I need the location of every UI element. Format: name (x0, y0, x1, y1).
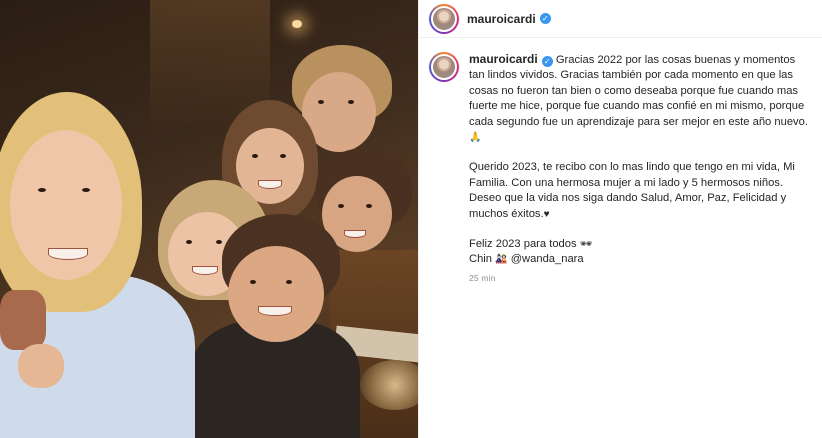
person-eye (318, 100, 324, 104)
person-hand (18, 344, 64, 388)
heart-icon: ♥ (543, 208, 550, 220)
background-lamp (292, 20, 302, 28)
post-timestamp: 25 min (469, 272, 496, 283)
profile-avatar[interactable] (429, 3, 459, 34)
person-smile (344, 230, 366, 238)
caption-comment: mauroicardi ✓ Gracias 2022 por las cosas … (419, 38, 822, 286)
instagram-post: mauroicardi ✓ mauroicardi ✓ Gracias 2022 … (0, 0, 822, 438)
post-side-panel: mauroicardi ✓ mauroicardi ✓ Gracias 2022 … (418, 0, 822, 438)
person-smile (192, 266, 218, 275)
caption-closing: Feliz 2023 para todos 🕶 Chin 🎎 @wanda_na… (469, 237, 809, 268)
person-eye (252, 154, 258, 158)
caption-paragraph-1: mauroicardi ✓ Gracias 2022 por las cosas … (469, 52, 809, 145)
sunglasses-icon: 🕶 (579, 239, 593, 251)
verified-badge-icon: ✓ (541, 56, 553, 67)
mention-link[interactable]: @wanda_nara (511, 253, 584, 265)
person-eye (216, 240, 222, 244)
caption-line-3: Feliz 2023 para todos (469, 238, 577, 251)
person-arm (0, 290, 46, 350)
person-eye (348, 100, 354, 104)
pray-hands-icon: 🙏 (469, 132, 482, 144)
couple-icon: 🎎 (495, 254, 508, 266)
person-eye (280, 154, 286, 158)
post-photo[interactable] (0, 0, 418, 438)
person-eye (38, 188, 46, 192)
person-smile (258, 180, 282, 189)
caption-paragraph-2: Querido 2023, te recibo con lo mas lindo… (469, 160, 809, 222)
caption-text: mauroicardi ✓ Gracias 2022 por las cosas … (469, 52, 809, 286)
person-eye (366, 204, 372, 208)
caption-avatar[interactable] (429, 52, 459, 82)
caption-line-4-prefix: Chin (469, 253, 493, 266)
person-eye (250, 280, 256, 284)
person-face (228, 246, 324, 342)
person-eye (338, 204, 344, 208)
person-smile (48, 248, 88, 260)
person-eye (82, 188, 90, 192)
header-username[interactable]: mauroicardi (467, 12, 536, 26)
caption-paragraph-2-text: Querido 2023, te recibo con lo mas lindo… (469, 161, 795, 220)
verified-badge-icon: ✓ (539, 13, 551, 24)
person-eye (286, 280, 292, 284)
person-smile (258, 306, 292, 316)
person-eye (186, 240, 192, 244)
caption-username[interactable]: mauroicardi (469, 52, 538, 66)
post-header: mauroicardi ✓ (419, 0, 822, 38)
